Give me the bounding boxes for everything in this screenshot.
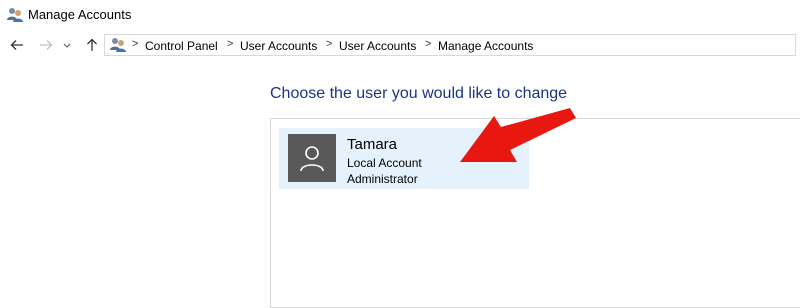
back-arrow-icon xyxy=(10,40,23,50)
forward-button[interactable] xyxy=(36,35,56,55)
user-accounts-icon xyxy=(7,8,23,22)
annotation-arrow-icon xyxy=(460,108,576,162)
account-type: Local Account xyxy=(347,156,422,170)
breadcrumb-separator[interactable]: > xyxy=(326,38,332,50)
user-silhouette-icon xyxy=(300,146,324,172)
breadcrumb-separator[interactable]: > xyxy=(425,38,431,50)
up-arrow-icon xyxy=(87,38,97,51)
recent-locations-button[interactable] xyxy=(60,35,74,55)
breadcrumb-manage-accounts[interactable]: Manage Accounts xyxy=(438,39,533,53)
page-heading: Choose the user you would like to change xyxy=(270,85,568,102)
breadcrumb-control-panel[interactable]: Control Panel xyxy=(145,39,218,53)
user-accounts-icon xyxy=(110,38,126,52)
back-button[interactable] xyxy=(7,35,27,55)
breadcrumb-separator[interactable]: > xyxy=(227,38,233,50)
up-button[interactable] xyxy=(82,35,102,55)
account-role: Administrator xyxy=(347,172,418,186)
breadcrumb-user-accounts-sub[interactable]: User Accounts xyxy=(339,39,416,53)
address-bar[interactable]: > Control Panel > User Accounts > User A… xyxy=(104,34,796,56)
forward-arrow-icon xyxy=(40,40,53,50)
navigation-bar: > Control Panel > User Accounts > User A… xyxy=(0,31,800,61)
avatar xyxy=(288,134,336,182)
left-pane xyxy=(0,62,268,300)
title-bar: Manage Accounts xyxy=(0,0,800,30)
breadcrumb-separator[interactable]: > xyxy=(132,38,138,50)
account-name: Tamara xyxy=(347,136,398,153)
breadcrumb-user-accounts[interactable]: User Accounts xyxy=(240,39,317,53)
window-title: Manage Accounts xyxy=(28,7,132,22)
recent-locations-chevron-icon xyxy=(63,43,71,48)
